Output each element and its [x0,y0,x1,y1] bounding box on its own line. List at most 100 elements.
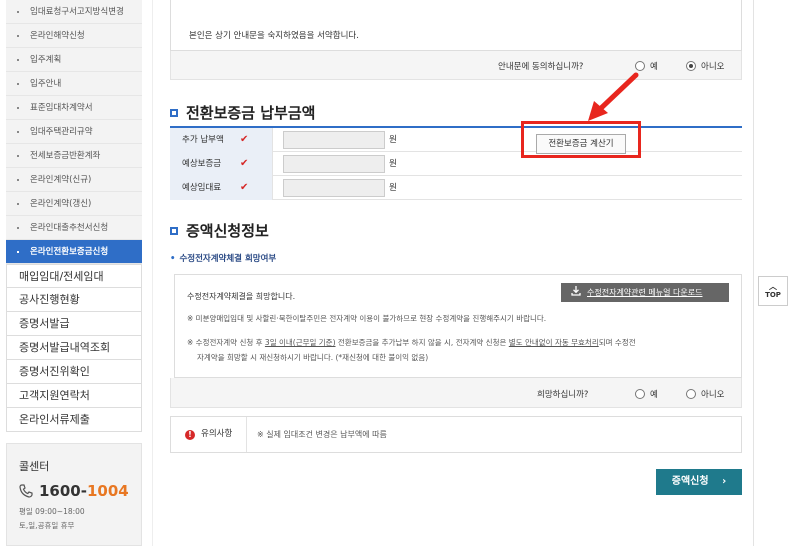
phone-suffix: 1004 [86,482,129,500]
chevron-up-icon: ︿ [769,282,777,291]
callcenter-hours-weekend: 토,일,공휴일 휴무 [19,521,75,530]
agreement-box: 본인은 상기 안내문을 숙지하였음을 서약합니다. [170,0,742,51]
bullet-icon [17,107,19,109]
sidebar-main-item[interactable]: 증명서발급 [6,312,142,336]
sidebar-sub-item[interactable]: 온라인해약신청 [6,24,142,48]
sidebar-sub-item[interactable]: 표준임대차계약서 [6,96,142,120]
callcenter-box: 콜센터 1600- 1004 평일 09:00~18:00 토,일,공휴일 휴무 [6,443,142,546]
divider [753,0,754,546]
sidebar-sub-item-label: 온라인계약(갱신) [30,199,92,209]
agreement-question: 안내문에 동의하십니까? [498,62,584,72]
highlight-box [521,121,641,158]
increase-apply-button[interactable]: 증액신청 › [656,469,742,495]
sidebar-main-item[interactable]: 고객지원연락처 [6,384,142,408]
increase-yes-label: 예 [650,390,658,400]
top-button-label: TOP [765,291,781,299]
sidebar-sub-item-active[interactable]: 온라인전환보증금신청 [6,240,142,264]
caution-box: ! 유의사항 ※ 실제 임대조건 변경은 납부액에 따름 [170,416,742,453]
bullet-icon: • [170,254,176,264]
additional-payment-input[interactable] [283,131,385,149]
manual-download-button[interactable]: 수정전자계약관련 메뉴얼 다운로드 [561,283,729,302]
payment-section-title: 전환보증금 납부금액 [170,102,315,123]
sidebar-sub-item-label: 온라인대출추천서신청 [30,223,109,233]
increase-title-text: 증액신청정보 [186,222,269,240]
arrow-icon [588,72,639,121]
payment-table: 추가 납부액 ✔ 원 예상보증금 ✔ 원 예상임대료 ✔ 원 전환보증금 계산기 [170,126,742,201]
agreement-text: 본인은 상기 안내문을 숙지하였음을 서약합니다. [189,31,359,41]
table-row: 추가 납부액 ✔ 원 [170,128,742,152]
page: 임대료청구서고지방식변경 온라인해약신청 입주계획 입주안내 표준임대차계약서 … [0,0,800,546]
required-check-icon: ✔ [240,134,249,145]
bullet-icon [17,227,19,229]
sidebar-sub-item[interactable]: 전세보증금반환계좌 [6,144,142,168]
sidebar-sub-item-label: 표준임대차계약서 [30,103,93,113]
note2-part-d: 별도 안내없이 자동 무효처리 [508,338,599,347]
sidebar-sub-item[interactable]: 입주안내 [6,72,142,96]
agreement-no-label: 아니오 [701,62,725,72]
callcenter-title: 콜센터 [19,460,50,473]
sidebar-sub-item[interactable]: 온라인대출추천서신청 [6,216,142,240]
sidebar-main-item[interactable]: 증명서발급내역조회 [6,336,142,360]
sidebar-main-item[interactable]: 공사진행현황 [6,288,142,312]
scroll-top-button[interactable]: ︿ TOP [758,276,788,306]
row-header: 예상보증금 ✔ [170,152,273,176]
unit-label: 원 [389,159,397,169]
bullet-icon [17,11,19,13]
sidebar-sub-item[interactable]: 임대료청구서고지방식변경 [6,0,142,24]
unit-label: 원 [389,183,397,193]
caution-text: ※ 실제 임대조건 변경은 납부액에 따름 [257,430,387,439]
download-icon [571,286,581,296]
increase-note1: ※ 미분양매입임대 및 사할린·북한이탈주민은 전자계약 이용이 불가하므로 현… [187,314,547,323]
bullet-icon [17,251,19,253]
bullet-icon [17,203,19,205]
row-header-label: 예상임대료 [182,183,222,193]
increase-no-radio[interactable] [686,389,696,399]
table-row: 예상보증금 ✔ 원 [170,152,742,176]
row-header-label: 예상보증금 [182,159,222,169]
phone-icon [19,484,33,498]
bullet-icon [17,155,19,157]
chevron-right-icon: › [722,476,727,487]
sidebar-sub-item-label: 임대주택관리규약 [30,127,93,137]
sidebar-sub-item-label: 임대료청구서고지방식변경 [30,7,124,17]
increase-no-label: 아니오 [701,390,725,400]
caution-head-label: 유의사항 [201,429,233,439]
section-square-icon [170,226,178,235]
note2-part-f: 자계약을 희망할 시 재신청하시기 바랍니다. (*재신청에 대한 불이익 없음… [197,353,429,362]
expected-deposit-input[interactable] [283,155,385,173]
sidebar-sub-item[interactable]: 임대주택관리규약 [6,120,142,144]
increase-yes-radio[interactable] [635,389,645,399]
row-header: 예상임대료 ✔ [170,176,273,200]
manual-download-label: 수정전자계약관련 메뉴얼 다운로드 [587,288,703,297]
required-check-icon: ✔ [240,158,249,169]
sidebar-main-item[interactable]: 매입임대/전세임대 [6,264,142,288]
sidebar-sub-item-label: 입주안내 [30,79,62,89]
divider [152,0,153,546]
increase-line1: 수정전자계약체결을 희망합니다. [187,292,296,301]
sidebar-main-item[interactable]: 온라인서류제출 [6,408,142,432]
sidebar-sub-item-label: 전세보증금반환계좌 [30,151,101,161]
row-header-label: 추가 납부액 [182,135,224,145]
row-header: 추가 납부액 ✔ [170,128,273,152]
bullet-icon [17,59,19,61]
sidebar-sub-item-label: 입주계획 [30,55,62,65]
sidebar-sub-item[interactable]: 온라인계약(갱신) [6,192,142,216]
expected-rent-input[interactable] [283,179,385,197]
increase-subtitle: • 수정전자계약체결 희망여부 [170,252,276,264]
note2-part-a: ※ 수정전자계약 신청 후 [187,338,265,347]
agreement-question-row: 안내문에 동의하십니까? 예 아니오 [170,51,742,80]
table-row: 예상임대료 ✔ 원 [170,176,742,200]
bullet-icon [17,131,19,133]
sidebar-sub-item-label: 온라인해약신청 [30,31,85,41]
sidebar-sub-item[interactable]: 온라인계약(신규) [6,168,142,192]
unit-label: 원 [389,135,397,145]
sidebar-sub-item[interactable]: 입주계획 [6,48,142,72]
agreement-yes-label: 예 [650,62,658,72]
callcenter-hours-weekday: 평일 09:00~18:00 [19,507,85,516]
bullet-icon [17,179,19,181]
caution-header: ! 유의사항 [171,417,247,452]
agreement-no-radio[interactable] [686,61,696,71]
increase-question: 희망하십니까? [537,390,589,400]
agreement-yes-radio[interactable] [635,61,645,71]
sidebar-main-item[interactable]: 증명서진위확인 [6,360,142,384]
